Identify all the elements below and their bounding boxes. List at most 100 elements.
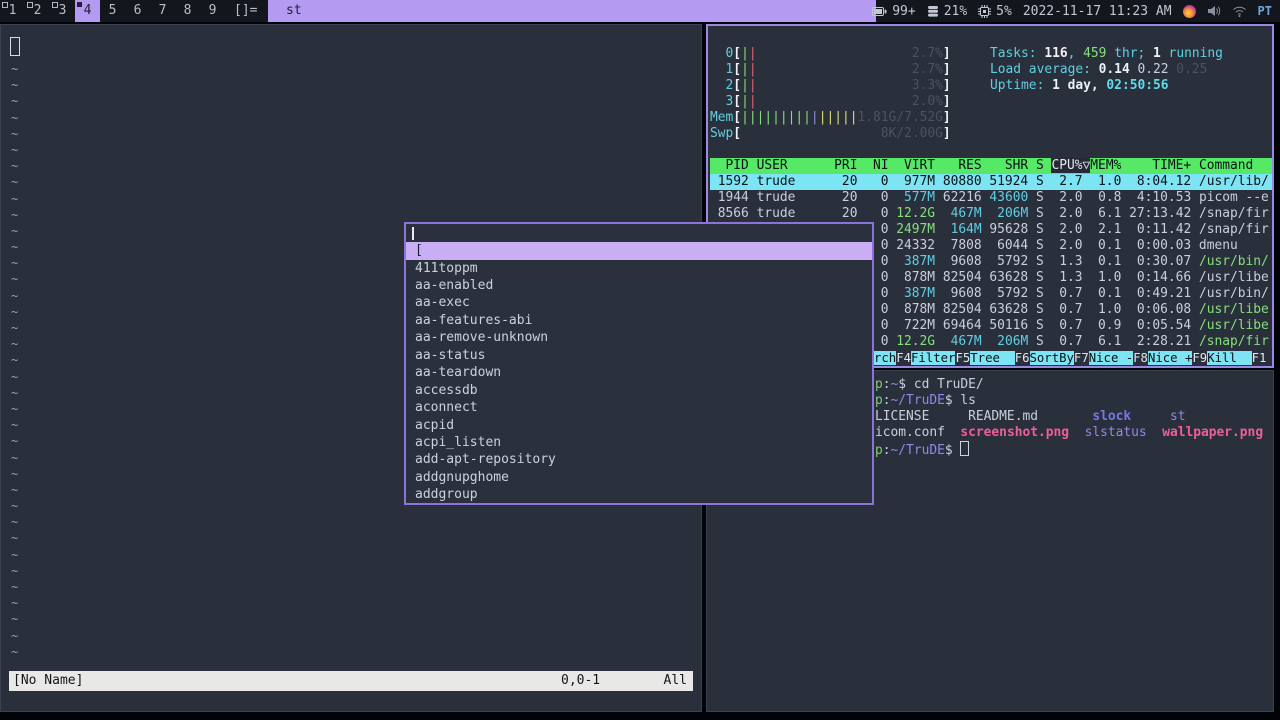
terminal-line: LICENSE README.md slock st [875,409,1186,424]
summary-line: Uptime: 1 day, 02:50:56 [990,78,1169,93]
wifi-icon[interactable] [1232,5,1247,17]
tag-occupied-indicator [27,2,33,8]
tag-label: 9 [208,3,217,18]
empty-line-tilde: ~ [11,401,19,416]
dmenu-item[interactable]: acpi_listen [406,434,872,451]
dmenu-item[interactable]: 411toppm [406,260,872,277]
flame-tray-icon[interactable] [1182,4,1196,18]
empty-line-tilde: ~ [11,337,19,352]
tag-9[interactable]: 9 [200,0,225,22]
empty-line-tilde: ~ [11,223,19,238]
status-bar: 1 2 3 4 5 6 7 8 9 []= st 99+ 21% 5% 2022… [0,0,1280,22]
meter-line: 1[|| 2.7%] [710,62,951,77]
empty-line-tilde: ~ [11,628,19,643]
dmenu-item[interactable]: aa-enabled [406,277,872,294]
empty-line-tilde: ~ [11,580,19,594]
vim-cursor [10,37,20,56]
tag-label: 2 [33,3,42,18]
empty-line-tilde: ~ [11,596,19,611]
tag-label: 8 [183,3,192,18]
battery-status: 99+ [872,4,916,19]
dmenu-item[interactable]: aconnect [406,399,872,416]
memory-value: 5% [996,3,1012,19]
empty-line-tilde: ~ [11,288,19,303]
tag-7[interactable]: 7 [150,0,175,22]
meter-line: Mem[|||||||||||||||1.81G/7.52G] [710,110,951,125]
process-row: 8566 trude 20 0 12.2G 467M 206M S 2.0 6.… [710,206,1269,221]
meter-line: 2[|| 3.3%] [710,78,951,93]
dmenu-item[interactable]: add-apt-repository [406,451,872,468]
status-area: 99+ 21% 5% 2022-11-17 11:23 AM PT [872,0,1280,22]
empty-line-tilde: ~ [11,110,19,125]
tag-1[interactable]: 1 [0,0,25,22]
layout-symbol[interactable]: []= [225,0,266,22]
scroll-indicator: All [663,673,687,688]
cpu-memory-meters: 0[|| 2.7%] 1[|| 2.7%] 2[|| 3.3%] 3[|| 2.… [710,46,951,142]
tag-6[interactable]: 6 [125,0,150,22]
empty-line-tilde: ~ [11,304,19,319]
empty-line-tilde: ~ [11,644,19,659]
summary-line: Tasks: 116, 459 thr; 1 running [990,46,1223,61]
tag-8[interactable]: 8 [175,0,200,22]
empty-line-tilde: ~ [11,78,19,93]
dmenu-item[interactable]: aa-remove-unknown [406,329,872,346]
clock: 2022-11-17 11:23 AM [1022,3,1172,19]
empty-line-tilde: ~ [11,191,19,206]
dmenu-item[interactable]: accessdb [406,382,872,399]
dmenu-launcher[interactable]: [ 411toppm aa-enabled aa-exec aa-features-a… [404,222,874,505]
terminal-line: p:~/TruDE$ ls [875,393,976,408]
tag-2[interactable]: 2 [25,0,50,22]
terminal-line: icom.conf screenshot.png slstatus wallpa… [875,425,1264,440]
empty-line-tilde: ~ [11,159,19,174]
tag-label: 3 [58,3,67,18]
empty-line-tilde: ~ [11,94,19,109]
empty-line-tilde: ~ [11,563,19,578]
dmenu-item-list: 411toppm aa-enabled aa-exec aa-features-abi… [406,260,872,504]
summary-line: Load average: 0.14 0.22 0.25 [990,62,1208,77]
text-cursor [412,227,414,240]
empty-line-tilde: ~ [11,547,19,562]
dmenu-item[interactable]: acpid [406,417,872,434]
tag-4-selected[interactable]: 4 [75,0,100,22]
empty-line-tilde: ~ [11,434,19,449]
tag-occupied-indicator [2,2,8,8]
empty-line-tilde: ~ [11,515,19,530]
dmenu-item[interactable]: addgroup [406,486,872,503]
disk-status: 21% [927,4,967,19]
tag-label: 6 [133,3,142,18]
process-row: 1944 trude 20 0 577M 62216 43600 S 2.0 0… [710,190,1269,205]
tag-label: 5 [108,3,117,18]
dmenu-item[interactable]: aa-status [406,347,872,364]
empty-line-tilde: ~ [11,175,19,190]
dmenu-item[interactable]: aa-exec [406,294,872,311]
buffer-name: [No Name] [13,673,84,688]
disk-value: 21% [943,3,968,19]
dmenu-input[interactable] [406,224,872,242]
vim-statusline: [No Name] 0,0-1 All [9,671,693,691]
volume-icon[interactable] [1207,5,1221,17]
empty-line-tilde: ~ [11,272,19,287]
empty-line-tilde: ~ [11,482,19,497]
empty-line-tilde: ~ [11,499,19,514]
terminal-line: p:~$ cd TruDE/ [875,377,984,392]
empty-line-tilde: ~ [11,256,19,271]
tag-5[interactable]: 5 [100,0,125,22]
function-key-bar[interactable]: rchF4FilterF5Tree F6SortByF7Nice -F8Nice… [874,350,1267,366]
terminal-output: p:~$ cd TruDE/p:~/TruDE$ ls LICENSE READM… [875,377,1264,458]
dmenu-item[interactable]: addgnupghome [406,469,872,486]
tag-3[interactable]: 3 [50,0,75,22]
empty-line-tilde: ~ [11,612,19,627]
disk-icon [927,6,938,17]
meter-line: 3[|| 2.0%] [710,94,951,109]
terminal-line: p:~/TruDE$ [875,441,1263,458]
process-row-selected: 1592 trude 20 0 977M 80880 51924 S 2.7 1… [710,174,1272,190]
dmenu-selected-item[interactable]: [ [406,242,872,260]
dmenu-item[interactable]: aa-features-abi [406,312,872,329]
empty-line-tilde: ~ [11,418,19,433]
empty-line-tilde: ~ [11,369,19,384]
keyboard-layout-indicator[interactable]: PT [1258,4,1272,18]
empty-line-tilde: ~ [11,321,19,335]
dmenu-item[interactable]: aa-teardown [406,364,872,381]
empty-line-tilde: ~ [11,126,19,141]
tag-list: 1 2 3 4 5 6 7 8 9 [0,0,225,22]
